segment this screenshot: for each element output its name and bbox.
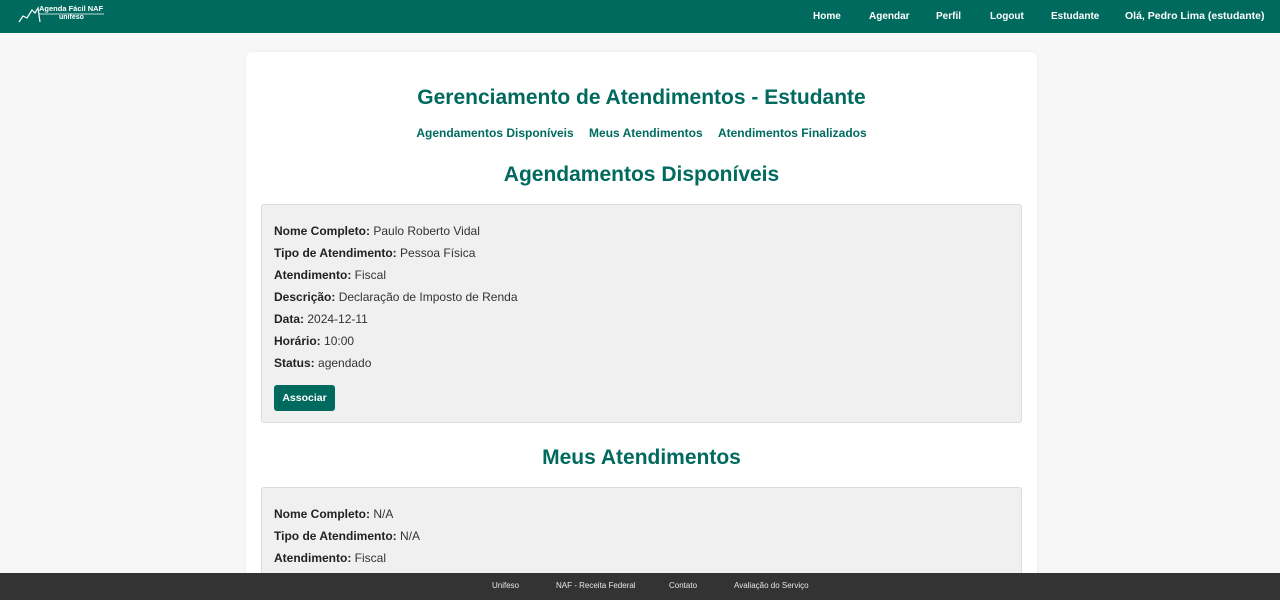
footer-link-unifeso[interactable]: Unifeso xyxy=(492,573,519,600)
top-navbar: Agenda Fácil NAF unifeso Home Agendar Pe… xyxy=(0,0,1280,33)
field-value: Fiscal xyxy=(354,551,387,565)
field-label: Status: xyxy=(274,356,315,370)
subnav-link-finalizados[interactable]: Atendimentos Finalizados xyxy=(718,126,867,140)
field-value: Declaração de Imposto de Renda xyxy=(338,290,518,304)
mine-heading: Meus Atendimentos xyxy=(542,446,741,469)
field-value: N/A xyxy=(400,529,421,543)
brand-logo[interactable]: Agenda Fácil NAF unifeso xyxy=(18,3,118,27)
brand-title: Agenda Fácil NAF xyxy=(39,4,104,13)
subnav-link-meus[interactable]: Meus Atendimentos xyxy=(589,126,703,140)
field-label: Data: xyxy=(274,312,305,326)
field-atendimento: Atendimento: Fiscal xyxy=(274,268,386,282)
field-atendimento: Atendimento: Fiscal xyxy=(274,551,386,565)
field-nome: Nome Completo: Paulo Roberto Vidal xyxy=(274,224,480,238)
field-tipo: Tipo de Atendimento: Pessoa Física xyxy=(274,246,475,260)
main-card: Gerenciamento de Atendimentos - Estudant… xyxy=(246,52,1037,597)
field-value: agendado xyxy=(318,356,372,370)
nav-home[interactable]: Home xyxy=(813,0,841,33)
field-label: Nome Completo: xyxy=(274,507,370,521)
field-label: Descrição: xyxy=(274,290,336,304)
field-value: 10:00 xyxy=(324,334,355,348)
field-value: 2024-12-11 xyxy=(307,312,368,326)
nav-logout[interactable]: Logout xyxy=(990,0,1024,33)
field-label: Nome Completo: xyxy=(274,224,370,238)
footer: Unifeso NAF - Receita Federal Contato Av… xyxy=(0,573,1280,600)
field-label: Atendimento: xyxy=(274,268,352,282)
field-value: Paulo Roberto Vidal xyxy=(373,224,480,238)
available-appointment-card: Nome Completo: Paulo Roberto Vidal Tipo … xyxy=(261,204,1022,423)
field-horario: Horário: 10:00 xyxy=(274,334,354,348)
field-value: N/A xyxy=(373,507,394,521)
page-title: Gerenciamento de Atendimentos - Estudant… xyxy=(417,86,866,109)
available-heading: Agendamentos Disponíveis xyxy=(503,163,780,186)
field-label: Horário: xyxy=(274,334,321,348)
field-label: Tipo de Atendimento: xyxy=(274,529,397,543)
subnav-link-disponiveis[interactable]: Agendamentos Disponíveis xyxy=(416,126,573,140)
nav-estudante[interactable]: Estudante xyxy=(1051,0,1099,33)
field-label: Tipo de Atendimento: xyxy=(274,246,397,260)
section-nav: Agendamentos Disponíveis Meus Atendiment… xyxy=(246,126,1037,140)
associar-button[interactable]: Associar xyxy=(274,385,335,411)
nav-perfil[interactable]: Perfil xyxy=(936,0,961,33)
field-label: Atendimento: xyxy=(274,551,352,565)
footer-link-avaliacao[interactable]: Avaliação do Serviço xyxy=(734,573,809,600)
user-greeting: Olá, Pedro Lima (estudante) xyxy=(1125,10,1265,22)
field-nome: Nome Completo: N/A xyxy=(274,507,393,521)
brand-subtitle: unifeso xyxy=(59,14,84,21)
field-descricao: Descrição: Declaração de Imposto de Rend… xyxy=(274,290,518,304)
nav-agendar[interactable]: Agendar xyxy=(869,0,910,33)
field-tipo: Tipo de Atendimento: N/A xyxy=(274,529,420,543)
field-value: Pessoa Física xyxy=(400,246,476,260)
field-status: Status: agendado xyxy=(274,356,371,370)
field-value: Fiscal xyxy=(354,268,387,282)
footer-link-naf[interactable]: NAF - Receita Federal xyxy=(556,573,636,600)
footer-link-contato[interactable]: Contato xyxy=(669,573,697,600)
field-data: Data: 2024-12-11 xyxy=(274,312,368,326)
